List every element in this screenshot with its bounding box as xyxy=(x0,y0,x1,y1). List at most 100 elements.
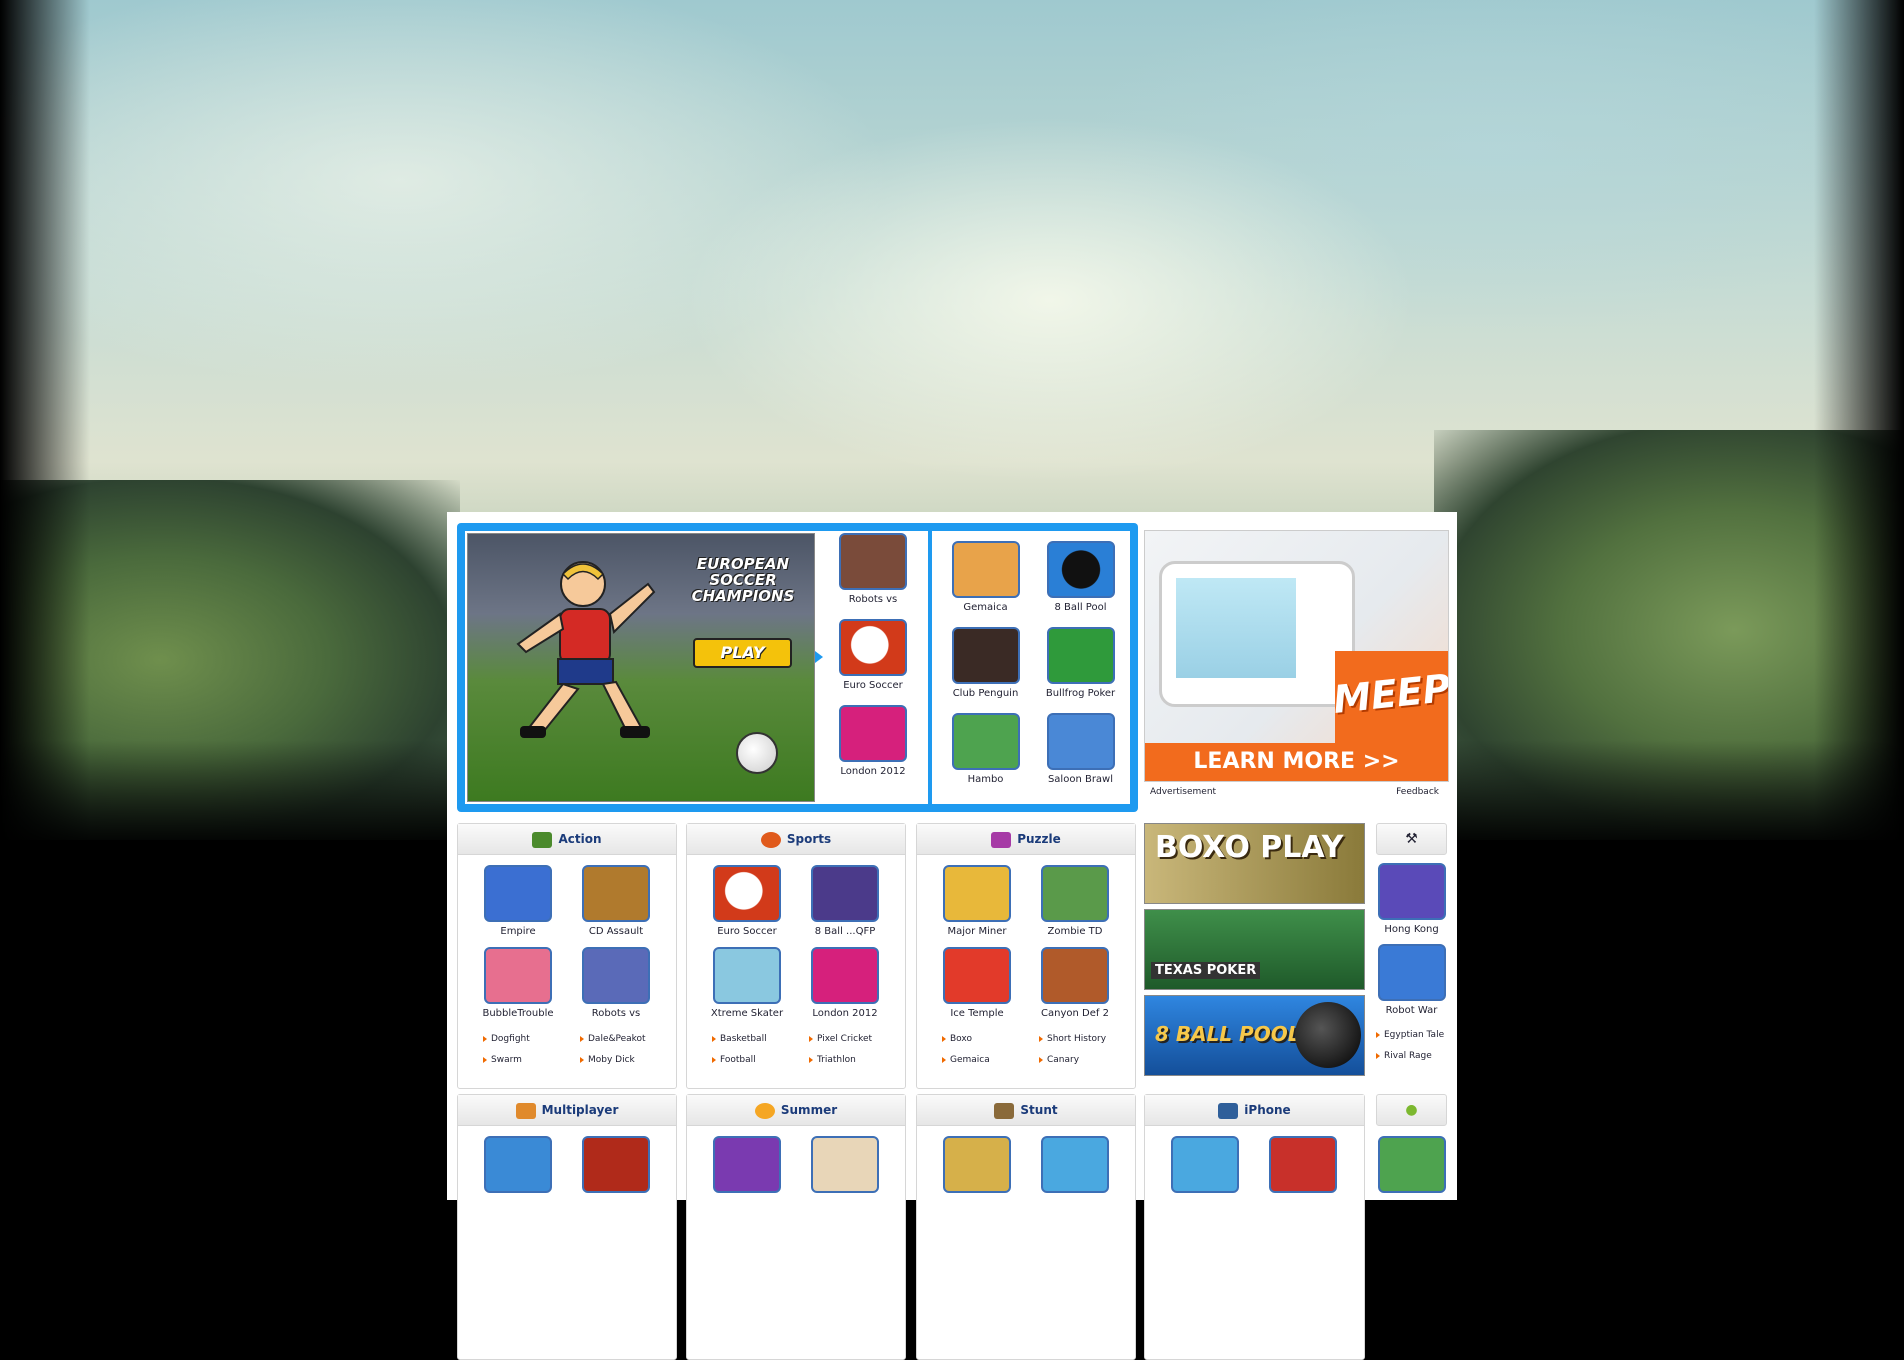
hero-play-button[interactable]: PLAY xyxy=(693,638,792,668)
game-thumbnail[interactable] xyxy=(1269,1136,1337,1193)
game-tile[interactable]: Canyon Def 2 xyxy=(1025,947,1125,1019)
boxo-banner[interactable]: BOXO PLAY xyxy=(1144,823,1365,904)
game-tile[interactable] xyxy=(1155,1136,1255,1193)
ad-learn-more-button[interactable]: LEARN MORE >> xyxy=(1145,743,1448,781)
game-tile[interactable] xyxy=(795,1136,895,1193)
category-header[interactable]: Summer xyxy=(687,1095,905,1126)
game-thumbnail[interactable] xyxy=(943,865,1011,922)
game-label[interactable]: Saloon Brawl xyxy=(1033,774,1128,785)
game-thumbnail[interactable] xyxy=(713,947,781,1004)
game-thumbnail[interactable] xyxy=(811,947,879,1004)
featured-list-item[interactable]: Robots vs xyxy=(823,533,923,619)
game-thumbnail[interactable] xyxy=(713,1136,781,1193)
category-header[interactable]: Multiplayer xyxy=(458,1095,676,1126)
category-title[interactable]: Stunt xyxy=(1020,1103,1057,1117)
game-tile[interactable]: CD Assault xyxy=(566,865,666,937)
game-label[interactable]: Robot War xyxy=(1376,1005,1447,1016)
game-label[interactable]: Zombie TD xyxy=(1025,926,1125,937)
pig-game-icon[interactable] xyxy=(951,713,1020,770)
pirate-game-icon[interactable] xyxy=(951,541,1020,598)
game-tile[interactable]: Euro Soccer xyxy=(697,865,797,937)
game-thumbnail[interactable] xyxy=(1041,1136,1109,1193)
game-label[interactable]: Major Miner xyxy=(927,926,1027,937)
game-tile[interactable]: London 2012 xyxy=(795,947,895,1019)
category-header[interactable]: Puzzle xyxy=(917,824,1135,855)
game-label[interactable]: BubbleTrouble xyxy=(468,1008,568,1019)
banner-label[interactable]: TEXAS POKER xyxy=(1151,962,1261,979)
featured-list-item[interactable]: London 2012 xyxy=(823,705,923,791)
game-thumbnail[interactable] xyxy=(1377,1136,1446,1193)
category-link[interactable]: Triathlon xyxy=(809,1055,856,1065)
game-thumbnail[interactable] xyxy=(1377,944,1446,1001)
game-thumbnail[interactable] xyxy=(484,865,552,922)
game-tile[interactable]: Robots vs xyxy=(566,947,666,1019)
game-thumbnail[interactable] xyxy=(582,865,650,922)
game-tile[interactable] xyxy=(566,1136,666,1193)
game-thumbnail[interactable] xyxy=(484,1136,552,1193)
category-link[interactable]: Pixel Cricket xyxy=(809,1034,872,1044)
game-thumbnail[interactable] xyxy=(713,865,781,922)
game-thumbnail[interactable] xyxy=(943,1136,1011,1193)
game-label[interactable]: Hambo xyxy=(938,774,1033,785)
featured-grid-item[interactable]: Club Penguin xyxy=(938,627,1033,713)
poker-game-icon[interactable] xyxy=(1046,627,1115,684)
game-thumbnail[interactable] xyxy=(811,1136,879,1193)
game-thumbnail[interactable] xyxy=(1041,947,1109,1004)
game-thumbnail[interactable] xyxy=(1377,863,1446,920)
category-title[interactable]: iPhone xyxy=(1244,1103,1290,1117)
eight-ball-icon[interactable] xyxy=(1046,541,1115,598)
game-label[interactable]: Euro Soccer xyxy=(823,680,923,691)
game-tile[interactable] xyxy=(1025,1136,1125,1193)
eight-ball-pool-banner[interactable]: 8 BALL POOL xyxy=(1144,995,1365,1076)
feedback-link[interactable]: Feedback xyxy=(1396,787,1439,797)
android-icon[interactable]: ● xyxy=(1376,1094,1447,1126)
game-label[interactable]: 8 Ball Pool xyxy=(1033,602,1128,613)
game-label[interactable]: Euro Soccer xyxy=(697,926,797,937)
cowboy-game-icon[interactable] xyxy=(1046,713,1115,770)
game-tile[interactable]: Zombie TD xyxy=(1025,865,1125,937)
featured-grid-item[interactable]: Saloon Brawl xyxy=(1033,713,1128,799)
category-link[interactable]: Boxo xyxy=(942,1034,972,1044)
game-label[interactable]: Robots vs xyxy=(566,1008,666,1019)
category-title[interactable]: Summer xyxy=(781,1103,837,1117)
soccer-ball-icon[interactable] xyxy=(839,619,907,676)
advertisement-banner[interactable]: MEEP! LEARN MORE >> xyxy=(1144,530,1449,782)
category-link[interactable]: Dogfight xyxy=(483,1034,530,1044)
game-label[interactable]: Empire xyxy=(468,926,568,937)
game-thumbnail[interactable] xyxy=(1171,1136,1239,1193)
category-header[interactable]: iPhone xyxy=(1145,1095,1364,1126)
game-tile[interactable]: Robot War xyxy=(1376,944,1447,1016)
game-label[interactable]: Hong Kong xyxy=(1376,924,1447,935)
game-tile[interactable]: Xtreme Skater xyxy=(697,947,797,1019)
game-label[interactable]: London 2012 xyxy=(823,766,923,777)
game-tile[interactable]: Empire xyxy=(468,865,568,937)
banner-label[interactable]: BOXO PLAY xyxy=(1155,830,1343,865)
category-link[interactable]: Short History xyxy=(1039,1034,1106,1044)
category-link[interactable]: Rival Rage xyxy=(1376,1051,1447,1072)
category-header[interactable]: Sports xyxy=(687,824,905,855)
category-title[interactable]: Sports xyxy=(787,832,831,846)
category-header[interactable]: Stunt xyxy=(917,1095,1135,1126)
game-label[interactable]: 8 Ball ...QFP xyxy=(795,926,895,937)
game-label[interactable]: Xtreme Skater xyxy=(697,1008,797,1019)
game-thumbnail[interactable] xyxy=(582,947,650,1004)
banner-label[interactable]: 8 BALL POOL xyxy=(1155,1022,1300,1046)
game-thumbnail[interactable] xyxy=(943,947,1011,1004)
category-link[interactable]: Football xyxy=(712,1055,756,1065)
olympics-logo-icon[interactable] xyxy=(839,705,907,762)
game-tile[interactable]: Hong Kong xyxy=(1376,863,1447,935)
game-tile[interactable]: 8 Ball ...QFP xyxy=(795,865,895,937)
game-label[interactable]: Robots vs xyxy=(823,594,923,605)
game-label[interactable]: Ice Temple xyxy=(927,1008,1027,1019)
featured-grid-item[interactable]: 8 Ball Pool xyxy=(1033,541,1128,627)
game-tile[interactable] xyxy=(927,1136,1027,1193)
robot-game-icon[interactable] xyxy=(839,533,907,590)
category-link[interactable]: Dale&Peakot xyxy=(580,1034,646,1044)
game-label[interactable]: Club Penguin xyxy=(938,688,1033,699)
category-link[interactable]: Swarm xyxy=(483,1055,522,1065)
game-thumbnail[interactable] xyxy=(484,947,552,1004)
game-label[interactable]: Bullfrog Poker xyxy=(1033,688,1128,699)
game-tile[interactable]: BubbleTrouble xyxy=(468,947,568,1019)
game-label[interactable]: Gemaica xyxy=(938,602,1033,613)
category-link[interactable]: Moby Dick xyxy=(580,1055,635,1065)
